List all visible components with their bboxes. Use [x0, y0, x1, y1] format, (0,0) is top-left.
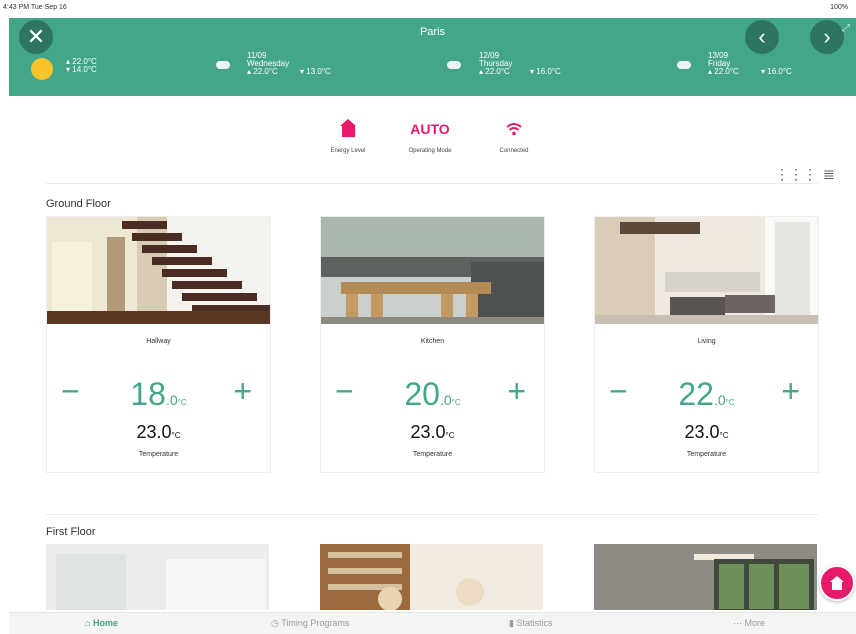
cloud-icon — [677, 61, 691, 69]
current-value: 23.0 — [410, 422, 446, 442]
previous-button[interactable]: ‹ — [745, 20, 779, 54]
tab-statistics-label: Statistics — [516, 618, 553, 628]
status-time: 4:43 PM Tue Sep 16 — [3, 4, 67, 11]
target-dec: .0 — [713, 392, 726, 408]
day1-high: 22.0°C — [253, 67, 278, 76]
increase-temperature-button[interactable]: + — [233, 375, 252, 407]
room-card-kitchen[interactable]: Kitchen − 20.0°C + 23.0°C Temperature — [320, 216, 545, 473]
target-unit: °C — [451, 398, 461, 407]
section-title-ground-floor: Ground Floor — [46, 198, 111, 210]
target-int: 20 — [404, 376, 440, 412]
weather-day-3: 13/09 Friday ▴ 22.0°C ▾ 16.0°C — [677, 52, 856, 92]
target-int: 18 — [130, 376, 166, 412]
room-card-hallway[interactable]: Hallway − 18.0°C + 23.0°C Temperature — [46, 216, 271, 473]
home-fab-button[interactable] — [819, 565, 855, 601]
target-unit: °C — [177, 398, 187, 407]
timer-icon: ◷ — [271, 618, 279, 628]
temperature-label: Temperature — [686, 451, 727, 458]
tab-home-label: Home — [92, 618, 118, 628]
target-dec: .0 — [439, 392, 452, 408]
current-temperature: 23.0°C — [321, 422, 544, 443]
expand-icon[interactable]: ⤢ — [842, 23, 850, 34]
operating-mode-label: Operating Mode — [408, 148, 452, 154]
operating-mode-value: AUTO — [410, 121, 450, 137]
current-temperature: 23.0°C — [595, 422, 818, 443]
energy-level-tile[interactable]: Energy Level — [308, 116, 388, 154]
house-icon — [339, 119, 356, 137]
temperature-label: Temperature — [412, 451, 453, 458]
day3-high: 22.0°C — [714, 67, 739, 76]
city-name: Paris — [419, 26, 446, 38]
tab-timing-label: Timing Programs — [281, 618, 350, 628]
current-value: 23.0 — [136, 422, 172, 442]
room-photo-living — [595, 217, 818, 324]
view-toggle: ⋮⋮⋮ ≣ — [775, 166, 841, 183]
system-status: Energy Level AUTO Operating Mode Connect… — [300, 116, 560, 166]
current-temperature: 23.0°C — [47, 422, 270, 443]
room-photo-first-floor-3[interactable] — [594, 544, 817, 610]
divider — [46, 183, 818, 184]
energy-level-label: Energy Level — [330, 148, 366, 154]
target-dec: .0 — [165, 392, 178, 408]
weather-day-1: 11/09 Wednesday ▴ 22.0°C ▾ 13.0°C — [216, 52, 416, 92]
chevron-right-icon: › — [823, 24, 831, 49]
tab-more[interactable]: ⋯ More — [733, 618, 765, 629]
home-icon: ⌂ — [85, 618, 91, 628]
cloud-icon — [447, 61, 461, 69]
status-battery: 100% — [830, 4, 848, 11]
increase-temperature-button[interactable]: + — [781, 375, 800, 407]
room-photo-hallway — [47, 217, 270, 324]
room-card-living[interactable]: Living − 22.0°C + 23.0°C Temperature — [594, 216, 819, 473]
wifi-icon — [474, 116, 554, 142]
current-unit: °C — [171, 431, 181, 440]
today-low: 14.0°C — [72, 65, 97, 74]
day2-low: 16.0°C — [536, 67, 561, 76]
increase-temperature-button[interactable]: + — [507, 375, 526, 407]
tab-more-label: More — [744, 618, 766, 628]
divider — [46, 514, 818, 515]
day1-low: 13.0°C — [306, 67, 331, 76]
day2-high: 22.0°C — [485, 67, 510, 76]
section-title-first-floor: First Floor — [46, 526, 96, 538]
target-int: 22 — [678, 376, 714, 412]
room-name: Living — [697, 338, 716, 345]
weather-day-2: 12/09 Thursday ▴ 22.0°C ▾ 16.0°C — [447, 52, 647, 92]
current-value: 23.0 — [684, 422, 720, 442]
current-unit: °C — [719, 431, 729, 440]
connection-tile[interactable]: Connected — [474, 116, 554, 154]
room-name: Hallway — [146, 338, 171, 345]
sun-icon — [31, 58, 53, 80]
room-name: Kitchen — [420, 338, 445, 345]
tab-bar: ⌂ Home ◷ Timing Programs ▮ Statistics ⋯ … — [9, 612, 856, 634]
more-icon: ⋯ — [733, 618, 742, 628]
target-unit: °C — [725, 398, 735, 407]
room-photo-kitchen — [321, 217, 544, 324]
grid-view-icon[interactable]: ⋮⋮⋮ — [775, 166, 817, 182]
room-photo-first-floor-2[interactable] — [320, 544, 543, 610]
next-button[interactable]: › — [810, 20, 844, 54]
day3-low: 16.0°C — [767, 67, 792, 76]
statistics-icon: ▮ — [509, 618, 514, 628]
tab-home[interactable]: ⌂ Home — [85, 618, 118, 628]
current-unit: °C — [445, 431, 455, 440]
connection-label: Connected — [499, 148, 529, 154]
tab-timing-programs[interactable]: ◷ Timing Programs — [271, 618, 349, 629]
chevron-left-icon: ‹ — [758, 24, 766, 49]
temperature-label: Temperature — [138, 451, 179, 458]
tab-statistics[interactable]: ▮ Statistics — [509, 618, 552, 629]
status-bar: 4:43 PM Tue Sep 16 100% — [0, 0, 856, 18]
operating-mode-tile[interactable]: AUTO Operating Mode — [390, 116, 470, 154]
weather-header: ✕ Paris ‹ › ⤢ ▴ 22.0°C ▾ 14.0°C 11/09 We… — [9, 18, 856, 96]
room-photo-first-floor-1[interactable] — [46, 544, 269, 610]
weather-day-today: ▴ 22.0°C ▾ 14.0°C — [9, 52, 159, 92]
list-view-icon[interactable]: ≣ — [823, 166, 835, 182]
cloud-icon — [216, 61, 230, 69]
house-icon — [830, 575, 844, 590]
